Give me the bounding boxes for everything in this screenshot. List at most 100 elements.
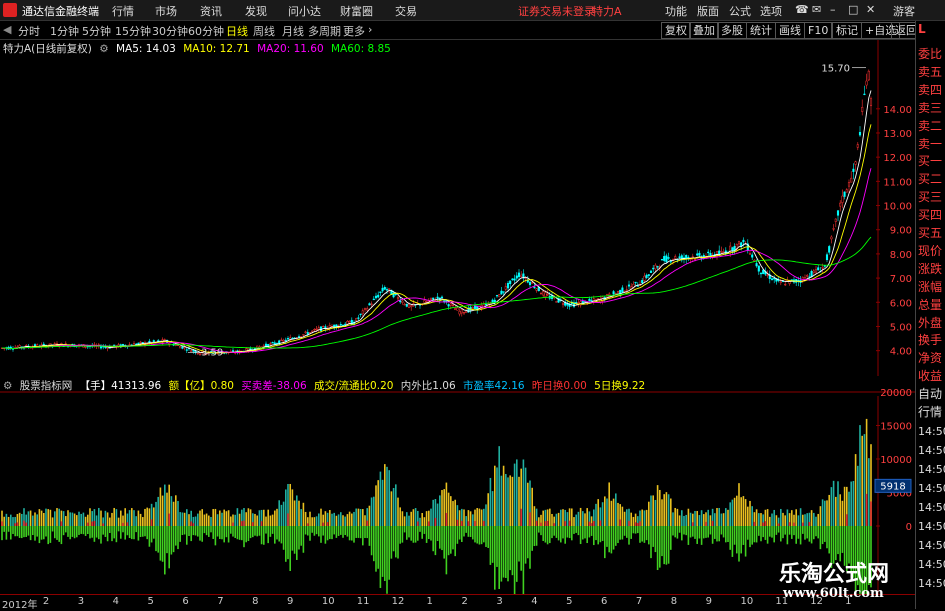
period-5min[interactable]: 5分钟 — [82, 23, 111, 39]
menu-market[interactable]: 市场 — [155, 3, 177, 19]
candle-body — [311, 330, 314, 332]
candle-body — [847, 182, 851, 187]
period-60min[interactable]: 60分钟 — [188, 23, 224, 39]
chat-icon[interactable]: ✉ — [812, 3, 821, 16]
candle-body — [863, 93, 866, 96]
negative-bar — [65, 526, 67, 533]
period-multi[interactable]: 多周期 — [308, 23, 341, 39]
menu-trade[interactable]: 交易 — [395, 3, 417, 19]
candle-body — [128, 344, 131, 346]
menu-xiaoda[interactable]: 问小达 — [288, 3, 321, 19]
volume-bar-red — [535, 520, 538, 526]
negative-bar — [302, 526, 305, 553]
overlay-button[interactable]: 叠加 — [689, 22, 719, 39]
guest-label[interactable]: 游客 — [893, 3, 915, 19]
volume-bar — [128, 510, 131, 526]
close-icon[interactable]: ✕ — [866, 3, 875, 16]
date-label: 8 — [252, 596, 259, 607]
menu-formula[interactable]: 公式 — [729, 3, 751, 19]
menu-options[interactable]: 选项 — [760, 3, 782, 19]
phone-icon[interactable]: ☎ — [795, 3, 809, 16]
volume-bar — [113, 507, 115, 526]
menu-function[interactable]: 功能 — [665, 3, 687, 19]
volume-bar — [181, 512, 184, 526]
negative-bar — [423, 526, 426, 534]
negative-bar — [461, 526, 463, 542]
period-monthly[interactable]: 月线 — [282, 23, 304, 39]
candle-body — [449, 303, 452, 306]
volume-bar — [601, 502, 604, 526]
negative-bar — [243, 526, 245, 548]
adjust-button[interactable]: 复权 — [661, 22, 691, 39]
panel-row-label: 买四 — [918, 208, 943, 223]
volume-bar — [848, 491, 850, 526]
panel-toggle[interactable]: L — [918, 22, 945, 36]
negative-bar — [674, 526, 676, 538]
negative-bar — [780, 526, 782, 542]
menu-layout[interactable]: 版面 — [697, 3, 719, 19]
multi-stock-button[interactable]: 多股 — [717, 22, 747, 39]
volume-bar — [843, 486, 846, 526]
minimize-icon[interactable]: – — [830, 3, 836, 16]
quotes-label[interactable]: 行情 — [918, 403, 945, 420]
volume-bar-red — [793, 522, 795, 526]
volume-bar — [238, 513, 241, 526]
trade-login-warning[interactable]: 证券交易未登录 — [518, 3, 595, 19]
stats-button[interactable]: 统计 — [746, 22, 776, 39]
f10-button[interactable]: F10 — [804, 22, 833, 39]
date-label: 7 — [635, 596, 643, 607]
period-30min[interactable]: 30分钟 — [152, 23, 188, 39]
negative-bar — [584, 526, 586, 539]
negative-bar — [208, 526, 210, 537]
volume-bar-red — [168, 513, 170, 526]
volume-bar-red — [590, 523, 593, 526]
volume-bar-red — [788, 522, 791, 526]
left-arrow-icon[interactable]: ◀ — [3, 23, 11, 36]
period-1min[interactable]: 1分钟 — [50, 23, 79, 39]
mark-button[interactable]: 标记 — [832, 22, 862, 39]
menu-wealth[interactable]: 财富圈 — [340, 3, 373, 19]
period-more[interactable]: 更多 — [343, 23, 365, 39]
negative-bar — [368, 526, 371, 546]
candle-body — [779, 281, 782, 283]
date-label: 6 — [182, 596, 189, 607]
candle-body — [669, 260, 672, 263]
period-15min[interactable]: 15分钟 — [115, 23, 151, 39]
volume-bar — [463, 509, 465, 526]
candle-body — [841, 195, 844, 203]
volume-bar — [436, 503, 439, 526]
menu-news[interactable]: 资讯 — [200, 3, 222, 19]
negative-bar — [408, 526, 410, 538]
volume-bar-red — [126, 522, 129, 526]
menu-bar: 通达信金融终端 行情 市场 资讯 发现 问小达 财富圈 交易 证券交易未登录 特… — [0, 0, 945, 21]
volume-bar — [766, 509, 769, 526]
volume-bar — [824, 500, 826, 526]
candle-body — [577, 302, 580, 304]
negative-bar — [115, 526, 118, 543]
candle-body — [304, 331, 307, 333]
draw-button[interactable]: 画线 — [775, 22, 805, 39]
candle-body — [137, 342, 140, 345]
period-daily[interactable]: 日线 — [226, 23, 248, 39]
negative-bar — [469, 526, 472, 537]
auto-label[interactable]: 自动 — [918, 385, 945, 402]
panel-row-label: 买一 — [918, 154, 943, 169]
negative-bar — [232, 526, 234, 537]
negative-bar — [551, 526, 553, 539]
negative-bar — [485, 526, 487, 547]
volume-bar — [685, 514, 687, 526]
volume-bar-red — [23, 520, 25, 526]
date-label: 6 — [600, 596, 608, 607]
negative-bar — [298, 526, 300, 550]
volume-bar-red — [544, 521, 547, 526]
candle-body — [544, 292, 547, 298]
negative-bar — [705, 526, 707, 538]
maximize-icon[interactable]: □ — [848, 3, 858, 16]
candle-body — [322, 325, 325, 328]
menu-quotes[interactable]: 行情 — [112, 3, 134, 19]
period-weekly[interactable]: 周线 — [253, 23, 275, 39]
period-intraday[interactable]: 分时 — [18, 23, 40, 39]
menu-discover[interactable]: 发现 — [245, 3, 267, 19]
price-chart[interactable]: 14.00 13.00 12.00 11.00 10.00 9.00 8.00 7.00 6.0… — [0, 40, 915, 376]
chevron-right-icon[interactable]: › — [368, 23, 372, 36]
